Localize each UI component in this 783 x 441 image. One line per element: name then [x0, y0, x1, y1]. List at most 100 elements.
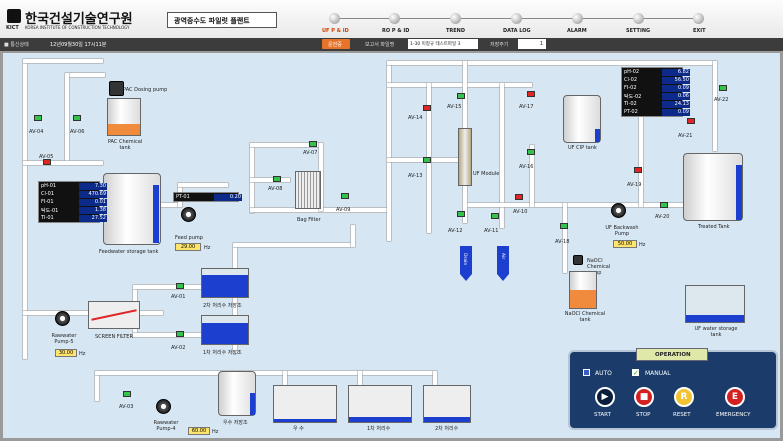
nav-alarm[interactable]: ALARM	[567, 28, 587, 34]
feedwater-label: Feedwater storage tank	[99, 249, 159, 255]
sensor-row: 탁도-01 1.38	[41, 207, 107, 215]
valve-av22[interactable]	[719, 85, 727, 91]
valve-av18[interactable]	[560, 223, 568, 229]
sensor-value: 0.09	[662, 109, 690, 116]
valve-av17[interactable]	[527, 91, 535, 97]
uf-backwash-pump[interactable]	[611, 203, 626, 218]
manual-checkbox[interactable]: ✓	[632, 369, 639, 377]
uf-module-label: UF Module	[473, 171, 500, 177]
uf-module	[458, 128, 472, 186]
sensor-row: PT-01 0.20	[176, 194, 242, 202]
uf-cip-level	[595, 129, 600, 142]
valve-label: AV-14	[408, 115, 423, 121]
valve-av11[interactable]	[491, 213, 499, 219]
nav-setting[interactable]: SETTING	[626, 28, 650, 34]
plant-title-box: 광역중수도 파일럿 플랜트	[167, 12, 277, 28]
sensor-key: FI-01	[41, 199, 54, 205]
rawwater-pump-4[interactable]	[156, 399, 171, 414]
start-button[interactable]: ▶	[595, 387, 615, 407]
valve-av01[interactable]	[176, 283, 184, 289]
valve-av14[interactable]	[423, 105, 431, 111]
valve-av15[interactable]	[457, 93, 465, 99]
valve-av02[interactable]	[176, 331, 184, 337]
plant-title: 광역중수도 파일럿 플랜트	[174, 17, 250, 25]
valve-label: AV-21	[678, 133, 693, 139]
valve-label: AV-19	[627, 182, 642, 188]
uf-storage-label: UF water storage tank	[694, 326, 738, 338]
nav-ro-pid[interactable]: RO P & ID	[382, 28, 409, 34]
nav-trend[interactable]: TREND	[446, 28, 465, 34]
valve-av03[interactable]	[123, 391, 131, 397]
treated-level	[736, 165, 742, 220]
sensor-row: FI-02 0.09	[624, 85, 690, 93]
sensor-key: TI-02	[624, 101, 637, 107]
nav-dot-setting[interactable]	[633, 13, 644, 24]
sensor-row: FI-01 0.01	[41, 199, 107, 207]
valve-av07[interactable]	[309, 141, 317, 147]
valve-label: AV-13	[408, 173, 423, 179]
raw4-hz-input[interactable]: 60.00	[188, 427, 210, 435]
pipe	[133, 333, 203, 337]
sensor-row: 탁도-02 0.06	[624, 93, 690, 101]
valve-av12[interactable]	[457, 211, 465, 217]
nav-dot-exit[interactable]	[693, 13, 704, 24]
nav-data-log[interactable]: DATA LOG	[503, 28, 531, 34]
sensor-key: PT-02	[624, 109, 638, 115]
valve-av04[interactable]	[34, 115, 42, 121]
rawwater-pump-5[interactable]	[55, 311, 70, 326]
nav-uf-pid[interactable]: UF P & ID	[322, 28, 349, 34]
reset-button[interactable]: R	[674, 387, 694, 407]
feed-pump-label: Feed pump	[175, 235, 203, 241]
valve-av16[interactable]	[527, 149, 535, 155]
sensor-value: 1.38	[79, 207, 107, 214]
stop-button[interactable]: ■	[634, 387, 654, 407]
auto-checkbox[interactable]	[583, 369, 590, 376]
pid-canvas: AV-04 AV-06 AV-05 AV-07 AV-08 AV-09 AV-1…	[3, 53, 780, 438]
naocl-level	[570, 290, 596, 308]
org-abbr: KICT	[6, 25, 19, 31]
nav-dot-uf[interactable]	[329, 13, 340, 24]
valve-label: AV-22	[714, 97, 729, 103]
valve-av21[interactable]	[687, 118, 695, 124]
raw5-label: Rawwater Pump-5	[51, 333, 77, 345]
treated-tank	[683, 153, 743, 221]
nav-dot-datalog[interactable]	[511, 13, 522, 24]
valve-av10[interactable]	[515, 194, 523, 200]
nav-dot-alarm[interactable]	[572, 13, 583, 24]
uf-backwash-label: UF Backwash Pump	[605, 225, 639, 237]
nav-dot-trend[interactable]	[450, 13, 461, 24]
sensor-row: TI-02 24.13	[624, 101, 690, 109]
valve-av08[interactable]	[273, 176, 281, 182]
backwash-hz-input[interactable]: 50.00	[613, 240, 637, 248]
tank-1a-label: 1차 처리수 저장조	[203, 350, 242, 356]
sensor-key: FI-02	[624, 85, 637, 91]
save-field[interactable]: 1	[518, 39, 546, 49]
pipe	[23, 161, 103, 165]
valve-av19[interactable]	[634, 167, 642, 173]
raw5-hz-input[interactable]: 30.00	[55, 349, 77, 357]
sensor-value: 470.69	[79, 191, 107, 198]
pac-dosing-pump[interactable]	[109, 81, 124, 96]
sensor-panel-2: pH-02 6.82 Cl-02 56.50 FI-02 0.09 탁도-02 0.06…	[621, 67, 690, 117]
valve-label: AV-01	[171, 294, 186, 300]
valve-av13[interactable]	[423, 157, 431, 163]
tank-2a-label: 2차 처리수 저장조	[203, 303, 242, 309]
run-button[interactable]: 운전중	[322, 39, 350, 49]
auto-label: AUTO	[595, 370, 612, 377]
sensor-key: pH-01	[41, 183, 57, 189]
feed-hz-input[interactable]: 29.00	[175, 243, 201, 251]
pipe	[463, 183, 467, 223]
feed-pump[interactable]	[181, 207, 196, 222]
naocl-tank-label: NaOCl Chemical tank	[564, 311, 606, 323]
nav-dot-ro[interactable]	[389, 13, 400, 24]
emergency-button[interactable]: E	[725, 387, 745, 407]
report-field[interactable]: 1-30 미정규 테스트파일 3	[408, 39, 478, 49]
naocl-pump[interactable]	[573, 255, 583, 265]
valve-label: AV-06	[70, 129, 85, 135]
valve-av06[interactable]	[73, 115, 81, 121]
sensor-key: Cl-01	[41, 191, 55, 197]
nav-exit[interactable]: EXIT	[693, 28, 706, 34]
valve-av09[interactable]	[341, 193, 349, 199]
sensor-value: 0.09	[662, 85, 690, 92]
valve-av20[interactable]	[660, 202, 668, 208]
